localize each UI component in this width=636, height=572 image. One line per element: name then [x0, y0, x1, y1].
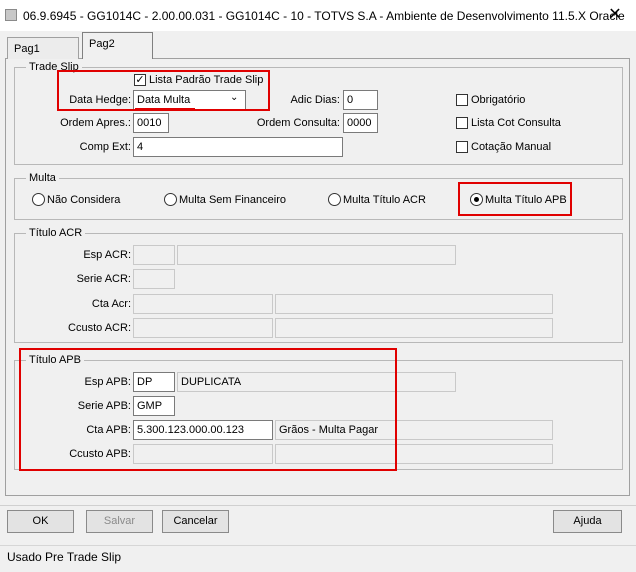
- tab-pag1[interactable]: Pag1: [7, 37, 79, 59]
- button-bar-divider: [0, 505, 636, 506]
- radio-multa-titulo-acr[interactable]: [328, 193, 341, 206]
- ccusto-acr-label: Ccusto ACR:: [68, 322, 131, 334]
- multa-title: Multa: [26, 172, 59, 184]
- cta-acr-label: Cta Acr:: [91, 298, 131, 310]
- esp-acr-desc: [177, 245, 456, 265]
- window-title: 06.9.6945 - GG1014C - 2.00.00.031 - GG10…: [23, 9, 625, 23]
- comp-ext-label: Comp Ext:: [79, 141, 131, 153]
- cotacao-checkbox[interactable]: [456, 141, 468, 153]
- radio-multa-sem-financeiro[interactable]: [164, 193, 177, 206]
- highlight-box-trade-slip: [57, 70, 270, 111]
- tab-pag2[interactable]: Pag2: [82, 32, 153, 59]
- ordem-apres-input[interactable]: 0010: [133, 113, 169, 133]
- ordem-consulta-label: Ordem Consulta:: [256, 117, 340, 129]
- comp-ext-input[interactable]: 4: [133, 137, 343, 157]
- status-text: Usado Pre Trade Slip: [7, 550, 122, 564]
- salvar-button[interactable]: Salvar: [86, 510, 153, 533]
- cta-acr-desc: [275, 294, 553, 314]
- radio-multa-titulo-acr-label: Multa Título ACR: [343, 194, 426, 206]
- lista-cot-label: Lista Cot Consulta: [471, 117, 561, 129]
- close-button[interactable]: ✕: [598, 2, 632, 28]
- esp-acr-label: Esp ACR:: [83, 249, 131, 261]
- highlight-box-multa-apb: [458, 182, 572, 216]
- app-icon: [5, 9, 17, 21]
- radio-nao-considera-label: Não Considera: [47, 194, 121, 206]
- cotacao-label: Cotação Manual: [471, 141, 552, 153]
- esp-acr-input: [133, 245, 175, 265]
- serie-acr-input: [133, 269, 175, 289]
- serie-acr-label: Serie ACR:: [76, 273, 131, 285]
- obrigatorio-label: Obrigatório: [471, 94, 526, 106]
- ok-button[interactable]: OK: [7, 510, 74, 533]
- ajuda-button[interactable]: Ajuda: [553, 510, 622, 533]
- cancelar-button[interactable]: Cancelar: [162, 510, 229, 533]
- radio-multa-sem-financeiro-label: Multa Sem Financeiro: [179, 194, 286, 206]
- ccusto-acr-input: [133, 318, 273, 338]
- obrigatorio-checkbox[interactable]: [456, 94, 468, 106]
- cta-acr-input: [133, 294, 273, 314]
- lista-cot-checkbox[interactable]: [456, 117, 468, 129]
- adic-dias-input[interactable]: 0: [343, 90, 378, 110]
- ccusto-acr-desc: [275, 318, 553, 338]
- ordem-consulta-input[interactable]: 0000: [343, 113, 378, 133]
- radio-nao-considera[interactable]: [32, 193, 45, 206]
- ordem-apres-label: Ordem Apres.:: [60, 117, 131, 129]
- titulo-acr-title: Título ACR: [26, 227, 86, 239]
- highlight-box-titulo-apb: [19, 348, 397, 471]
- adic-dias-label: Adic Dias:: [290, 94, 340, 106]
